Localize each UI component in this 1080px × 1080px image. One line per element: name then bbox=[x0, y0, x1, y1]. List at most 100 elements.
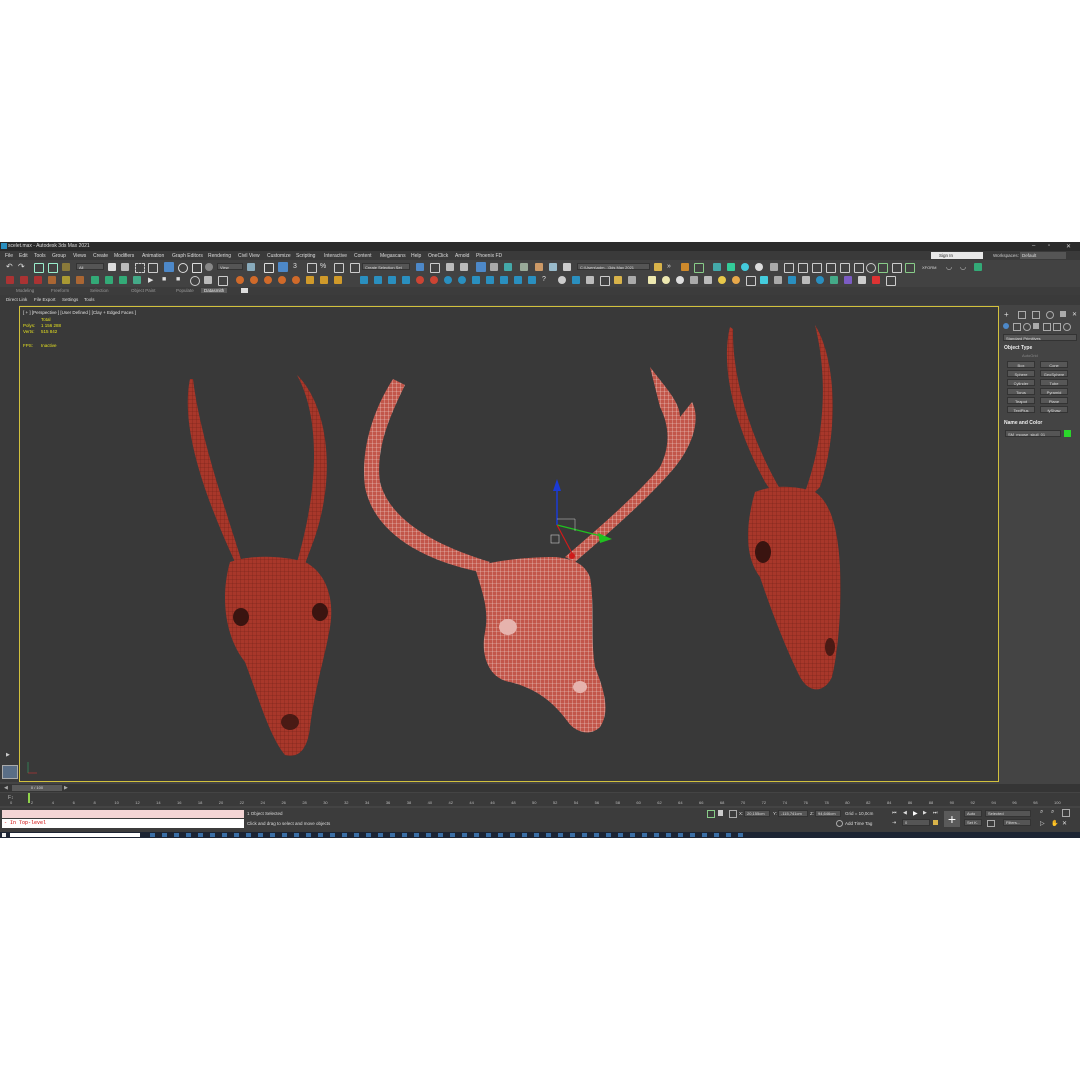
lights-icon[interactable] bbox=[1023, 323, 1031, 331]
edit-named-selection-icon[interactable] bbox=[350, 263, 360, 273]
toggle-scene-explorer-icon[interactable] bbox=[446, 263, 454, 271]
toggle-ribbon-icon[interactable] bbox=[476, 262, 486, 272]
flame-3-icon[interactable] bbox=[264, 276, 272, 284]
spinner-snap-icon[interactable] bbox=[334, 263, 344, 273]
time-slider[interactable]: ◀ 0 / 100 ▶ bbox=[0, 784, 1080, 792]
graphite-tool-9-icon[interactable] bbox=[119, 276, 127, 284]
phoenix-10-icon[interactable] bbox=[486, 276, 494, 284]
menu-animation[interactable]: Animation bbox=[142, 253, 164, 259]
vray-23-icon[interactable] bbox=[886, 276, 896, 286]
phoenix-13-icon[interactable] bbox=[528, 276, 536, 284]
place-icon[interactable] bbox=[205, 263, 213, 271]
selection-lock-icon[interactable] bbox=[718, 810, 723, 816]
select-by-name-icon[interactable] bbox=[121, 263, 129, 271]
y-coordinate-field[interactable]: -115,741cm bbox=[778, 810, 808, 817]
maxscript-input[interactable]: - In Top-level bbox=[2, 819, 244, 828]
select-object-icon[interactable] bbox=[108, 263, 116, 271]
phoenix-4-icon[interactable] bbox=[402, 276, 410, 284]
viewport-layout-thumbnail[interactable] bbox=[2, 765, 18, 779]
shapes-icon[interactable] bbox=[1013, 323, 1021, 331]
menu-oneclick[interactable]: OneClick bbox=[428, 253, 448, 259]
time-slider-handle[interactable]: 0 / 100 bbox=[12, 785, 62, 791]
vray-21-icon[interactable] bbox=[858, 276, 866, 284]
menu-edit[interactable]: Edit bbox=[19, 253, 28, 259]
maxscript-output[interactable] bbox=[2, 810, 244, 818]
menu-customize[interactable]: Customize bbox=[267, 253, 291, 259]
vray-11-icon[interactable] bbox=[718, 276, 726, 284]
rendered-frame-window-icon[interactable] bbox=[549, 263, 557, 271]
sign-in-dropdown[interactable]: Sign In bbox=[931, 252, 983, 259]
vray-16-icon[interactable] bbox=[788, 276, 796, 284]
tool-b-icon[interactable] bbox=[218, 276, 228, 286]
percent-snap-icon[interactable]: % bbox=[320, 263, 328, 271]
modifier-icon[interactable] bbox=[798, 263, 808, 273]
object-name-field[interactable]: SM_moose_skull_01 bbox=[1005, 430, 1061, 437]
skull-front-view[interactable] bbox=[187, 375, 332, 756]
spline-icon[interactable] bbox=[784, 263, 794, 273]
render-production-icon[interactable] bbox=[563, 263, 571, 271]
cameras-icon[interactable] bbox=[1033, 323, 1039, 329]
menu-modifiers[interactable]: Modifiers bbox=[114, 253, 134, 259]
torus-button[interactable]: Torus bbox=[1007, 388, 1035, 395]
key-mode-icon[interactable]: ⇥ bbox=[892, 820, 896, 826]
auto-key-button[interactable]: Auto bbox=[964, 810, 982, 817]
vray-8-icon[interactable] bbox=[676, 276, 684, 284]
zoom-icon[interactable]: ⌕ bbox=[1040, 809, 1043, 816]
vray-19-icon[interactable] bbox=[830, 276, 838, 284]
set-key-button[interactable]: Set K. bbox=[964, 819, 982, 826]
cylinder-button[interactable]: Cylinder bbox=[1007, 379, 1035, 386]
menu-interactive[interactable]: Interactive bbox=[324, 253, 347, 259]
set-key-big-icon[interactable]: + bbox=[944, 811, 960, 827]
mirror-icon[interactable] bbox=[416, 263, 424, 271]
graphite-tool-8-icon[interactable] bbox=[105, 276, 113, 284]
phoenix-11-icon[interactable] bbox=[500, 276, 508, 284]
tab-populate[interactable]: Populate bbox=[176, 288, 194, 293]
render-setup-icon[interactable] bbox=[535, 263, 543, 271]
unlink-icon[interactable] bbox=[48, 263, 58, 273]
project-folder-icon[interactable] bbox=[654, 263, 662, 271]
x-coordinate-field[interactable]: 20,155cm bbox=[744, 810, 770, 817]
more-icon[interactable]: » bbox=[667, 263, 675, 271]
menu-arnold[interactable]: Arnold bbox=[455, 253, 469, 259]
viewport-layout-icon[interactable] bbox=[694, 263, 704, 273]
absolute-mode-icon[interactable] bbox=[729, 810, 737, 818]
menu-civil-view[interactable]: Civil View bbox=[238, 253, 260, 259]
geosphere-button[interactable]: GeoSphere bbox=[1040, 370, 1068, 377]
tab-object-paint[interactable]: Object Paint bbox=[131, 288, 156, 293]
select-manipulate-icon[interactable] bbox=[264, 263, 274, 273]
menu-group[interactable]: Group bbox=[52, 253, 66, 259]
tab-datasmith[interactable]: Datasmith bbox=[201, 288, 228, 293]
plane-button[interactable]: Plane bbox=[1040, 397, 1068, 404]
graphite-tool-4-icon[interactable] bbox=[48, 276, 56, 284]
graphite-tool-1-icon[interactable] bbox=[6, 276, 14, 284]
phoenix-12-icon[interactable] bbox=[514, 276, 522, 284]
time-configuration-icon[interactable] bbox=[933, 820, 938, 825]
scene-canvas[interactable] bbox=[20, 307, 998, 781]
tab-modeling[interactable]: Modeling bbox=[16, 288, 34, 293]
vray-2-icon[interactable] bbox=[586, 276, 594, 284]
reference-coordinate-dropdown[interactable]: View bbox=[217, 263, 243, 270]
phoenix-2-icon[interactable] bbox=[374, 276, 382, 284]
vray-4-icon[interactable] bbox=[614, 276, 622, 284]
menu-rendering[interactable]: Rendering bbox=[208, 253, 231, 259]
taskbar-start-icon[interactable] bbox=[2, 833, 6, 837]
selection-filter-dropdown[interactable]: All bbox=[76, 263, 104, 270]
zoom-all-icon[interactable]: ⌕ bbox=[1051, 809, 1054, 816]
menu-help[interactable]: Help bbox=[411, 253, 421, 259]
rect-selection-icon[interactable] bbox=[135, 263, 145, 273]
vray-15-icon[interactable] bbox=[774, 276, 782, 284]
skull-selected-model[interactable] bbox=[364, 367, 696, 733]
geometry-icon[interactable] bbox=[1003, 323, 1009, 329]
taskbar-search-field[interactable] bbox=[10, 833, 140, 837]
pivot-icon[interactable] bbox=[247, 263, 255, 271]
graphite-tool-10-icon[interactable] bbox=[133, 276, 141, 284]
light-icon[interactable] bbox=[727, 263, 735, 271]
taskbar-app-icons[interactable] bbox=[150, 833, 750, 837]
current-frame-field[interactable]: 0 bbox=[902, 819, 930, 826]
undo-icon[interactable]: ↶ bbox=[6, 263, 14, 271]
hierarchy-tab-icon[interactable] bbox=[1032, 311, 1040, 319]
motion-tab-icon[interactable] bbox=[1046, 311, 1054, 319]
stop-icon[interactable]: ■ bbox=[162, 276, 170, 284]
vray-22-icon[interactable] bbox=[872, 276, 880, 284]
key-mode-dropdown[interactable]: Selected bbox=[985, 810, 1031, 817]
